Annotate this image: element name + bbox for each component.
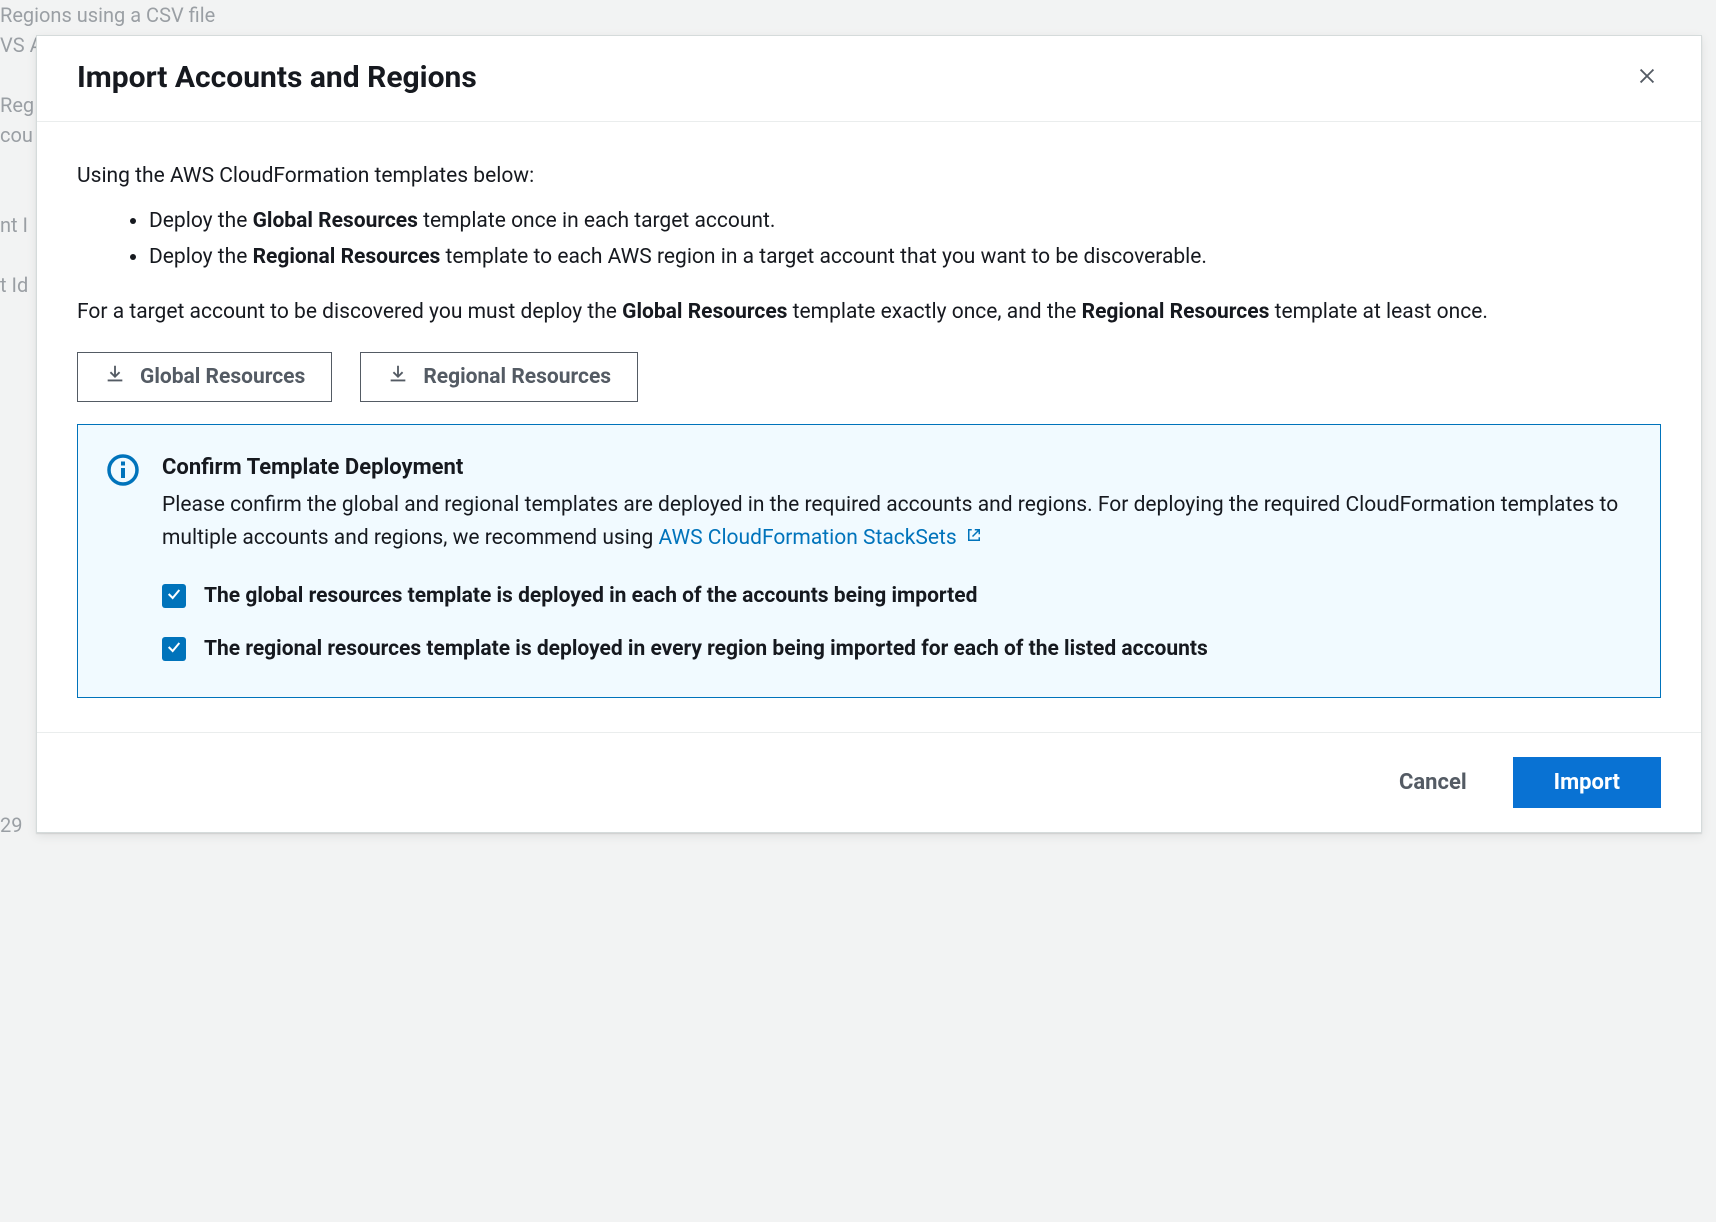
stacksets-link[interactable]: AWS CloudFormation StackSets (658, 522, 982, 555)
modal-title: Import Accounts and Regions (77, 60, 477, 95)
info-text: Please confirm the global and regional t… (162, 489, 1632, 554)
import-button[interactable]: Import (1513, 757, 1661, 808)
check-label-regional[interactable]: The regional resources template is deplo… (204, 633, 1208, 666)
template-buttons-row: Global Resources Regional Resources (77, 352, 1661, 402)
check-icon (166, 633, 182, 666)
intro-text: Using the AWS CloudFormation templates b… (77, 160, 1661, 193)
check-row-global: The global resources template is deploye… (162, 580, 1632, 613)
external-link-icon (965, 522, 983, 555)
link-label: AWS CloudFormation StackSets (658, 522, 956, 555)
description-text: For a target account to be discovered yo… (77, 296, 1661, 329)
download-icon (387, 363, 409, 391)
info-title: Confirm Template Deployment (162, 451, 1632, 485)
bullet-text: Deploy the (149, 245, 253, 269)
bullet-text: template once in each target account. (418, 209, 776, 233)
check-icon (166, 580, 182, 613)
check-row-regional: The regional resources template is deplo… (162, 633, 1632, 666)
bullet-item: Deploy the Global Resources template onc… (149, 205, 1661, 238)
modal-header: Import Accounts and Regions (37, 36, 1701, 122)
bullet-bold: Regional Resources (253, 245, 441, 269)
modal-body: Using the AWS CloudFormation templates b… (37, 122, 1701, 732)
regional-resources-button[interactable]: Regional Resources (360, 352, 638, 402)
button-label: Global Resources (140, 365, 305, 389)
checkbox-global[interactable] (162, 584, 186, 608)
import-modal: Import Accounts and Regions Using the AW… (36, 35, 1702, 833)
info-box: Confirm Template Deployment Please confi… (77, 424, 1661, 698)
confirmation-checks: The global resources template is deploye… (162, 580, 1632, 665)
bullet-item: Deploy the Regional Resources template t… (149, 241, 1661, 274)
cancel-button[interactable]: Cancel (1381, 760, 1485, 805)
close-icon (1636, 65, 1658, 91)
info-content: Confirm Template Deployment Please confi… (162, 451, 1632, 665)
checkbox-regional[interactable] (162, 637, 186, 661)
bullet-bold: Global Resources (253, 209, 418, 233)
global-resources-button[interactable]: Global Resources (77, 352, 332, 402)
modal-footer: Cancel Import (37, 732, 1701, 832)
info-icon (106, 453, 140, 487)
bullet-text: template to each AWS region in a target … (440, 245, 1207, 269)
close-button[interactable] (1633, 64, 1661, 92)
button-label: Regional Resources (423, 365, 611, 389)
bullet-text: Deploy the (149, 209, 253, 233)
bullet-list: Deploy the Global Resources template onc… (149, 205, 1661, 274)
download-icon (104, 363, 126, 391)
check-label-global[interactable]: The global resources template is deploye… (204, 580, 977, 613)
